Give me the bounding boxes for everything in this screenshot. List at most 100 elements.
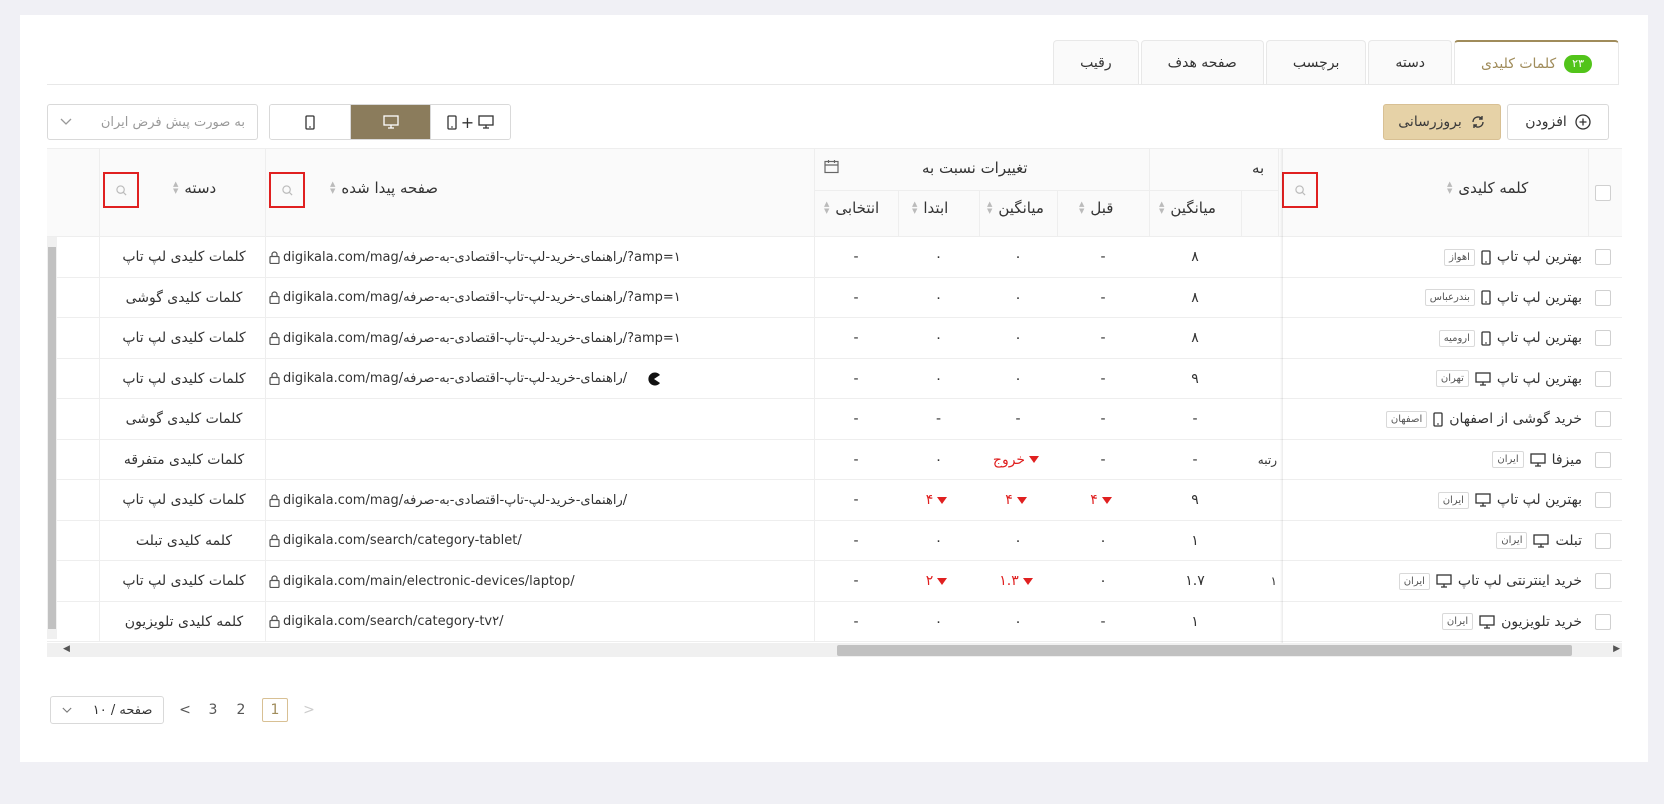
table-row[interactable]: بهترین لپ تاپ ایران ۹ ۴ ۴ ۴ - digikala.c…	[47, 480, 1622, 521]
table-row[interactable]: بهترین لپ تاپ ارومیه ۸ - ۰ ۰ - digikala.…	[47, 318, 1622, 359]
row-checkbox[interactable]	[1595, 370, 1611, 391]
category-search-button[interactable]	[103, 172, 139, 208]
keyword-header[interactable]: ▲ ▼ کلمه کلیدی	[1447, 179, 1528, 197]
page-size-select[interactable]: ۱۰ / صفحه	[50, 696, 164, 724]
found-page-cell[interactable]: digikala.com/search/category-tv۲/	[269, 602, 809, 643]
start-cell: ۰	[898, 521, 979, 562]
tab-category[interactable]: دسته	[1368, 40, 1453, 84]
sort-icon: ▲ ▼	[173, 180, 179, 195]
device-all-button[interactable]: +	[430, 105, 510, 139]
found-page-cell[interactable]: digikala.com/search/category-tablet/	[269, 521, 809, 562]
found-page-cell[interactable]	[269, 440, 809, 481]
col-divider	[99, 439, 100, 480]
page-3-button[interactable]: 3	[206, 702, 220, 718]
table-row[interactable]: میزفا ایران رتبه - - خروج ۰ - کلمات کلید…	[47, 439, 1622, 481]
scroll-right-arrow[interactable]: ▶	[1613, 644, 1620, 654]
found-page-url[interactable]: digikala.com/mag/راهنمای-خرید-لپ-تاپ-اقت…	[283, 493, 627, 508]
keyword-text: بهترین لپ تاپ	[1496, 370, 1582, 387]
category-header[interactable]: ▲ ▼ دسته	[173, 179, 216, 197]
tabs-bar: کلمات کلیدی ۲۳ دسته برچسب صفحه هدف رقیب	[1051, 40, 1619, 85]
tab-target-page[interactable]: صفحه هدف	[1140, 40, 1264, 84]
prev-cell: -	[1057, 602, 1149, 643]
next-page-button[interactable]: <	[178, 702, 192, 718]
avg-cell: ۹	[1149, 480, 1241, 521]
vertical-scrollbar[interactable]	[47, 237, 57, 639]
row-checkbox[interactable]	[1595, 411, 1611, 431]
add-button[interactable]: افزودن	[1507, 104, 1609, 140]
table-row[interactable]: بهترین لپ تاپ تهران ۹ - ۰ ۰ - digikala.c…	[47, 358, 1622, 400]
tab-tag[interactable]: برچسب	[1265, 40, 1367, 84]
row-checkbox[interactable]	[1595, 330, 1611, 350]
selected-header[interactable]: ▲ ▼ انتخابی	[824, 199, 879, 217]
prev-value: -	[1100, 370, 1106, 387]
row-checkbox[interactable]	[1595, 249, 1611, 269]
row-checkbox[interactable]	[1595, 613, 1611, 634]
table-row[interactable]: خرید اینترنتی لپ تاپ ایران ۱ ۱.۷ ۰ ۱.۳ ۲…	[47, 561, 1622, 602]
prev-header[interactable]: ▲ ▼ قبل	[1079, 199, 1113, 217]
found-page-cell[interactable]	[269, 399, 809, 440]
avg-header[interactable]: ▲ ▼ میانگین	[1159, 199, 1216, 217]
row-checkbox[interactable]	[1595, 451, 1611, 472]
found-page-cell[interactable]: digikala.com/mag/راهنمای-خرید-لپ-تاپ-اقت…	[269, 237, 809, 278]
horizontal-scroll-thumb[interactable]	[837, 645, 1572, 656]
region-select-placeholder: به صورت پیش فرض ایران	[100, 114, 245, 130]
avg2-value: ۱.۳	[999, 573, 1019, 590]
lock-icon	[269, 251, 280, 264]
desktop-icon	[1479, 615, 1495, 629]
start-value: ۴	[925, 492, 934, 509]
category-cell: کلمات کلیدی لپ تاپ	[103, 237, 265, 278]
page-2-button[interactable]: 2	[234, 702, 248, 718]
row-checkbox[interactable]	[1595, 532, 1611, 553]
down-arrow-icon	[1101, 496, 1112, 504]
found-page-url[interactable]: digikala.com/search/category-tablet/	[283, 533, 522, 548]
device-desktop-button[interactable]	[350, 105, 430, 139]
region-select[interactable]: به صورت پیش فرض ایران	[47, 104, 258, 140]
start-value: ۰	[934, 249, 943, 266]
found-page-url[interactable]: digikala.com/mag/راهنمای-خرید-لپ-تاپ-اقت…	[283, 290, 681, 305]
found-page-cell[interactable]: digikala.com/mag/راهنمای-خرید-لپ-تاپ-اقت…	[269, 480, 809, 521]
found-page-cell[interactable]: digikala.com/mag/راهنمای-خرید-لپ-تاپ-اقت…	[269, 359, 809, 400]
found-page-url[interactable]: digikala.com/mag/راهنمای-خرید-لپ-تاپ-اقت…	[283, 371, 627, 386]
tab-keywords[interactable]: کلمات کلیدی ۲۳	[1454, 40, 1619, 85]
col-divider	[265, 358, 266, 399]
row-checkbox[interactable]	[1595, 492, 1611, 512]
found-page-url[interactable]: digikala.com/mag/راهنمای-خرید-لپ-تاپ-اقت…	[283, 250, 681, 265]
table-row[interactable]: خرید گوشی از اصفهان اصفهان - - - - - کلم…	[47, 399, 1622, 440]
vertical-scroll-thumb[interactable]	[48, 247, 56, 629]
avg2-header[interactable]: ▲ ▼ میانگین	[987, 199, 1044, 217]
avg-value: ۸	[1191, 330, 1199, 347]
row-checkbox[interactable]	[1595, 289, 1611, 310]
found-page-url[interactable]: digikala.com/search/category-tv۲/	[283, 614, 503, 629]
found-page-cell[interactable]: digikala.com/mag/راهنمای-خرید-لپ-تاپ-اقت…	[269, 278, 809, 319]
lock-icon	[269, 615, 280, 629]
refresh-icon	[1472, 116, 1484, 128]
table-row[interactable]: خرید تلویزیون ایران ۱ - ۰ ۰ - digikala.c…	[47, 601, 1622, 643]
found-page-url[interactable]: digikala.com/mag/راهنمای-خرید-لپ-تاپ-اقت…	[283, 331, 681, 346]
prev-cell: -	[1057, 440, 1149, 481]
keyword-search-button[interactable]	[1282, 172, 1318, 208]
col-divider	[1057, 190, 1058, 237]
table-row[interactable]: تبلت ایران ۱ ۰ ۰ ۰ - digikala.com/search…	[47, 520, 1622, 562]
tab-competitor[interactable]: رقیب	[1053, 40, 1139, 84]
start-header[interactable]: ▲ ▼ ابتدا	[912, 199, 948, 217]
date-picker-button[interactable]	[824, 159, 839, 174]
found-page-header[interactable]: ▲ ▼ صفحه پیدا شده	[330, 179, 438, 197]
select-all-checkbox[interactable]	[1595, 185, 1611, 201]
found-page-url[interactable]: digikala.com/main/electronic-devices/lap…	[283, 574, 575, 589]
found-page-cell[interactable]: digikala.com/main/electronic-devices/lap…	[269, 561, 809, 602]
start-value: -	[935, 411, 942, 428]
found-page-cell[interactable]: digikala.com/mag/راهنمای-خرید-لپ-تاپ-اقت…	[269, 318, 809, 359]
row-checkbox[interactable]	[1595, 573, 1611, 593]
prev-page-button[interactable]: >	[302, 702, 316, 718]
avg-value: -	[1192, 411, 1198, 428]
avg2-cell: خروج	[979, 440, 1057, 481]
city-badge: ایران	[1492, 451, 1524, 469]
table-row[interactable]: بهترین لپ تاپ اهواز ۸ - ۰ ۰ - digikala.c…	[47, 237, 1622, 278]
device-mobile-button[interactable]	[270, 105, 350, 139]
horizontal-scrollbar[interactable]: ◀ ▶	[47, 643, 1622, 657]
scroll-left-arrow[interactable]: ◀	[63, 644, 70, 654]
found-page-search-button[interactable]	[269, 172, 305, 208]
refresh-button[interactable]: بروزرسانی	[1383, 104, 1501, 140]
table-row[interactable]: بهترین لپ تاپ بندرعباس ۸ - ۰ ۰ - digikal…	[47, 277, 1622, 319]
page-1-button[interactable]: 1	[262, 698, 288, 722]
